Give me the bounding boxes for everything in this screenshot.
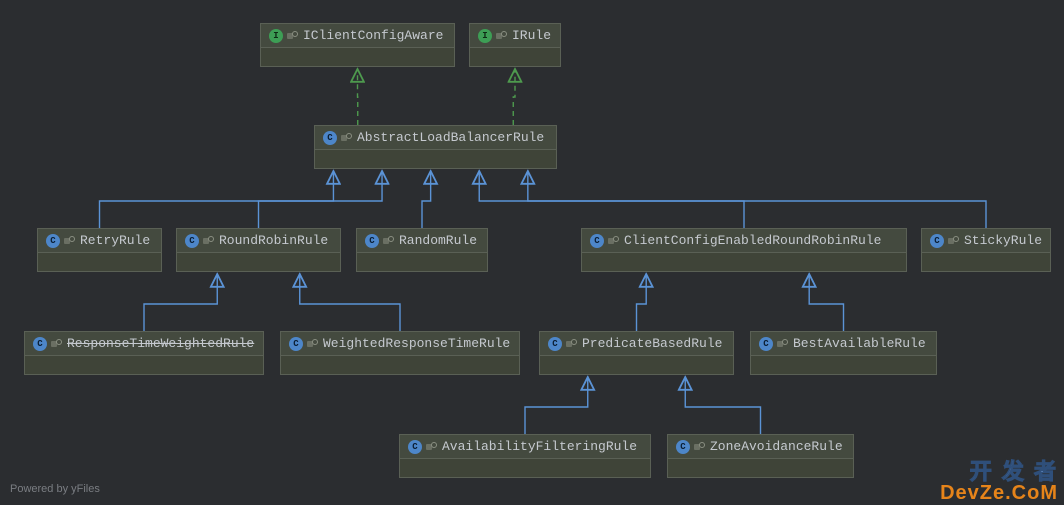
- class-node-BestAvailableRule[interactable]: C BestAvailableRule: [750, 331, 937, 375]
- decorator-icon: [777, 339, 787, 349]
- class-node-body: [540, 355, 733, 374]
- class-node-RetryRule[interactable]: C RetryRule: [37, 228, 162, 272]
- watermark-line2: DevZe.CoM: [940, 483, 1058, 503]
- class-node-label: RetryRule: [80, 233, 150, 248]
- class-node-label: StickyRule: [964, 233, 1042, 248]
- class-node-AvailabilityFilteringRule[interactable]: C AvailabilityFilteringRule: [399, 434, 651, 478]
- class-icon: C: [323, 131, 337, 145]
- class-node-label: RoundRobinRule: [219, 233, 328, 248]
- decorator-icon: [948, 236, 958, 246]
- class-node-label: AbstractLoadBalancerRule: [357, 130, 544, 145]
- decorator-icon: [341, 133, 351, 143]
- class-icon: C: [759, 337, 773, 351]
- class-node-WeightedResponseTimeRule[interactable]: C WeightedResponseTimeRule: [280, 331, 520, 375]
- decorator-icon: [694, 442, 704, 452]
- class-node-body: [582, 252, 906, 271]
- decorator-icon: [566, 339, 576, 349]
- class-node-body: [668, 458, 853, 477]
- class-node-label: ClientConfigEnabledRoundRobinRule: [624, 233, 881, 248]
- class-node-StickyRule[interactable]: C StickyRule: [921, 228, 1051, 272]
- watermark: 开 发 者 DevZe.CoM: [940, 461, 1058, 503]
- class-node-label: WeightedResponseTimeRule: [323, 336, 510, 351]
- class-node-label: IClientConfigAware: [303, 28, 443, 43]
- class-node-body: [315, 149, 556, 168]
- footer-credit: Powered by yFiles: [10, 483, 100, 495]
- class-node-body: [751, 355, 936, 374]
- class-node-ResponseTimeWeightedRule[interactable]: C ResponseTimeWeightedRule: [24, 331, 264, 375]
- class-node-IRule[interactable]: I IRule: [469, 23, 561, 67]
- class-node-body: [357, 252, 487, 271]
- class-icon: C: [590, 234, 604, 248]
- decorator-icon: [307, 339, 317, 349]
- class-node-AbstractLoadBalancerRule[interactable]: C AbstractLoadBalancerRule: [314, 125, 557, 169]
- decorator-icon: [203, 236, 213, 246]
- class-node-label: ResponseTimeWeightedRule: [67, 336, 254, 351]
- class-node-label: RandomRule: [399, 233, 477, 248]
- class-node-body: [38, 252, 161, 271]
- class-node-label: PredicateBasedRule: [582, 336, 722, 351]
- class-icon: C: [930, 234, 944, 248]
- class-node-ZoneAvoidanceRule[interactable]: C ZoneAvoidanceRule: [667, 434, 854, 478]
- class-icon: C: [289, 337, 303, 351]
- class-node-body: [25, 355, 263, 374]
- interface-icon: I: [478, 29, 492, 43]
- decorator-icon: [287, 31, 297, 41]
- class-icon: C: [676, 440, 690, 454]
- class-node-label: AvailabilityFilteringRule: [442, 439, 637, 454]
- class-icon: C: [46, 234, 60, 248]
- class-node-label: IRule: [512, 28, 551, 43]
- class-node-IClientConfigAware[interactable]: I IClientConfigAware: [260, 23, 455, 67]
- class-node-label: BestAvailableRule: [793, 336, 926, 351]
- class-icon: C: [185, 234, 199, 248]
- class-icon: C: [548, 337, 562, 351]
- class-node-body: [400, 458, 650, 477]
- decorator-icon: [426, 442, 436, 452]
- watermark-line1: 开 发 者: [940, 461, 1058, 483]
- class-node-body: [261, 47, 454, 66]
- decorator-icon: [383, 236, 393, 246]
- class-node-PredicateBasedRule[interactable]: C PredicateBasedRule: [539, 331, 734, 375]
- decorator-icon: [64, 236, 74, 246]
- class-node-body: [177, 252, 340, 271]
- decorator-icon: [51, 339, 61, 349]
- class-node-label: ZoneAvoidanceRule: [710, 439, 843, 454]
- class-icon: C: [33, 337, 47, 351]
- interface-icon: I: [269, 29, 283, 43]
- class-node-ClientConfigEnabledRoundRobinRule[interactable]: C ClientConfigEnabledRoundRobinRule: [581, 228, 907, 272]
- class-icon: C: [408, 440, 422, 454]
- class-node-body: [281, 355, 519, 374]
- decorator-icon: [496, 31, 506, 41]
- decorator-icon: [608, 236, 618, 246]
- class-node-RoundRobinRule[interactable]: C RoundRobinRule: [176, 228, 341, 272]
- class-node-RandomRule[interactable]: C RandomRule: [356, 228, 488, 272]
- class-node-body: [922, 252, 1050, 271]
- class-node-body: [470, 47, 560, 66]
- class-icon: C: [365, 234, 379, 248]
